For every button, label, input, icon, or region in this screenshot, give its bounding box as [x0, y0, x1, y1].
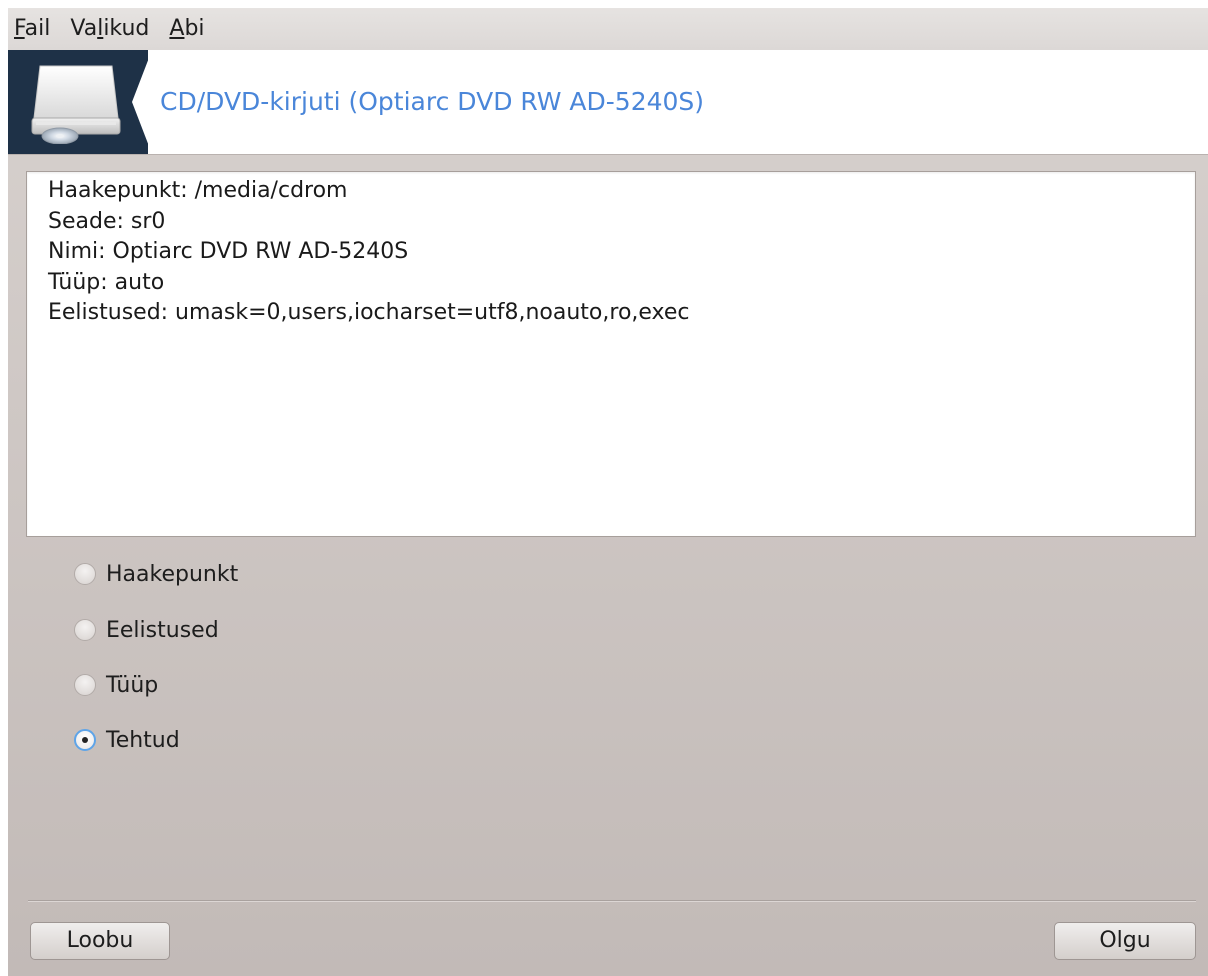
page-title: CD/DVD-kirjuti (Optiarc DVD RW AD-5240S) — [160, 87, 705, 116]
radio-button-circle[interactable] — [74, 563, 96, 585]
menu-fail-rest: ail — [24, 16, 51, 41]
drive-settings-window: Fail Valikud Abi CD/DVD-kirjuti (Optiarc… — [8, 8, 1208, 976]
banner-arrow-notch — [132, 50, 152, 154]
info-device: Seade: sr0 — [48, 208, 166, 234]
info-type: Tüüp: auto — [48, 269, 165, 295]
drive-info-textbox[interactable]: Haakepunkt: /media/cdrom Seade: sr0 Nimi… — [26, 171, 1196, 537]
banner-divider — [8, 154, 1208, 155]
info-mount-point: Haakepunkt: /media/cdrom — [48, 178, 348, 203]
radio-tehtud[interactable]: Tehtud — [74, 724, 180, 756]
banner-icon-panel — [8, 50, 148, 154]
menu-abi[interactable]: Abi — [161, 8, 216, 50]
radio-button-circle[interactable] — [74, 619, 96, 641]
info-options: Eelistused: umask=0,users,iocharset=utf8… — [48, 300, 690, 325]
radio-selected-dot — [82, 737, 88, 743]
radio-eelistused[interactable]: Eelistused — [74, 614, 219, 646]
ok-button[interactable]: Olgu — [1054, 922, 1196, 960]
cancel-button[interactable]: Loobu — [30, 922, 170, 960]
menu-abi-rest: bi — [184, 16, 205, 41]
radio-label: Haakepunkt — [106, 561, 239, 587]
radio-label: Tehtud — [106, 727, 180, 753]
menu-valikud[interactable]: Valikud — [62, 8, 161, 50]
radio-button-circle[interactable] — [74, 674, 96, 696]
menu-bar: Fail Valikud Abi — [8, 8, 1208, 50]
menu-valikud-before: Va — [70, 16, 98, 41]
header-banner: CD/DVD-kirjuti (Optiarc DVD RW AD-5240S) — [8, 50, 1208, 154]
menu-valikud-after: ikud — [103, 16, 150, 41]
menu-fail[interactable]: Fail — [8, 8, 62, 50]
info-name: Nimi: Optiarc DVD RW AD-5240S — [48, 239, 409, 264]
button-area-divider — [28, 900, 1196, 901]
radio-button-circle-selected[interactable] — [74, 729, 96, 751]
radio-label: Tüüp — [106, 672, 159, 698]
radio-tuup[interactable]: Tüüp — [74, 669, 158, 701]
radio-label: Eelistused — [106, 617, 219, 643]
menu-fail-mnemonic: F — [14, 16, 25, 41]
menu-abi-mnemonic: A — [169, 16, 185, 41]
optical-drive-icon — [31, 65, 121, 144]
radio-haakepunkt[interactable]: Haakepunkt — [74, 558, 238, 590]
